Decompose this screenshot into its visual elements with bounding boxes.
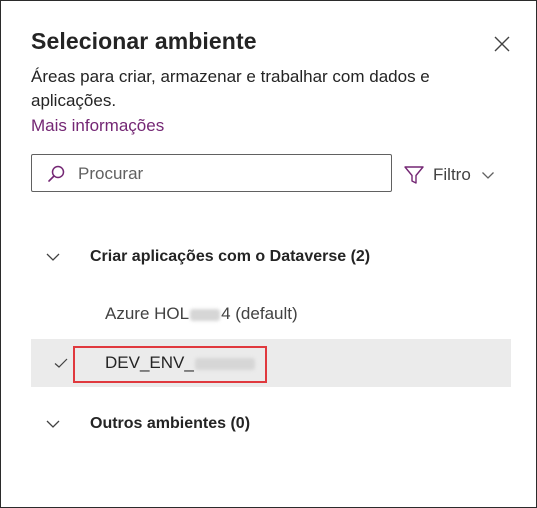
redacted-text <box>190 308 221 321</box>
chevron-down-icon <box>45 249 61 265</box>
select-environment-dialog: Selecionar ambiente Áreas para criar, ar… <box>0 0 537 508</box>
selection-highlight-box <box>73 346 267 383</box>
search-icon <box>46 164 66 184</box>
environment-item-azure-hol[interactable]: Azure HOL 4 (default) <box>31 290 511 338</box>
more-info-link[interactable]: Mais informações <box>31 116 164 136</box>
search-box[interactable] <box>31 154 392 192</box>
group-header-other[interactable]: Outros ambientes (0) <box>31 407 511 441</box>
dialog-title: Selecionar ambiente <box>31 28 257 54</box>
group-label: Outros ambientes (0) <box>90 415 251 432</box>
checkmark-icon <box>53 355 69 371</box>
close-icon[interactable] <box>489 31 515 57</box>
chevron-down-icon <box>45 416 61 432</box>
search-input[interactable] <box>76 160 380 188</box>
filter-button[interactable]: Filtro <box>403 162 495 188</box>
group-label: Criar aplicações com o Dataverse (2) <box>90 248 371 265</box>
dialog-description: Áreas para criar, armazenar e trabalhar … <box>31 67 430 110</box>
filter-label: Filtro <box>433 165 471 184</box>
environment-name: Azure HOL 4 (default) <box>105 304 298 323</box>
filter-icon <box>403 164 425 186</box>
group-header-dataverse[interactable]: Criar aplicações com o Dataverse (2) <box>31 240 511 274</box>
chevron-down-icon <box>481 168 495 182</box>
